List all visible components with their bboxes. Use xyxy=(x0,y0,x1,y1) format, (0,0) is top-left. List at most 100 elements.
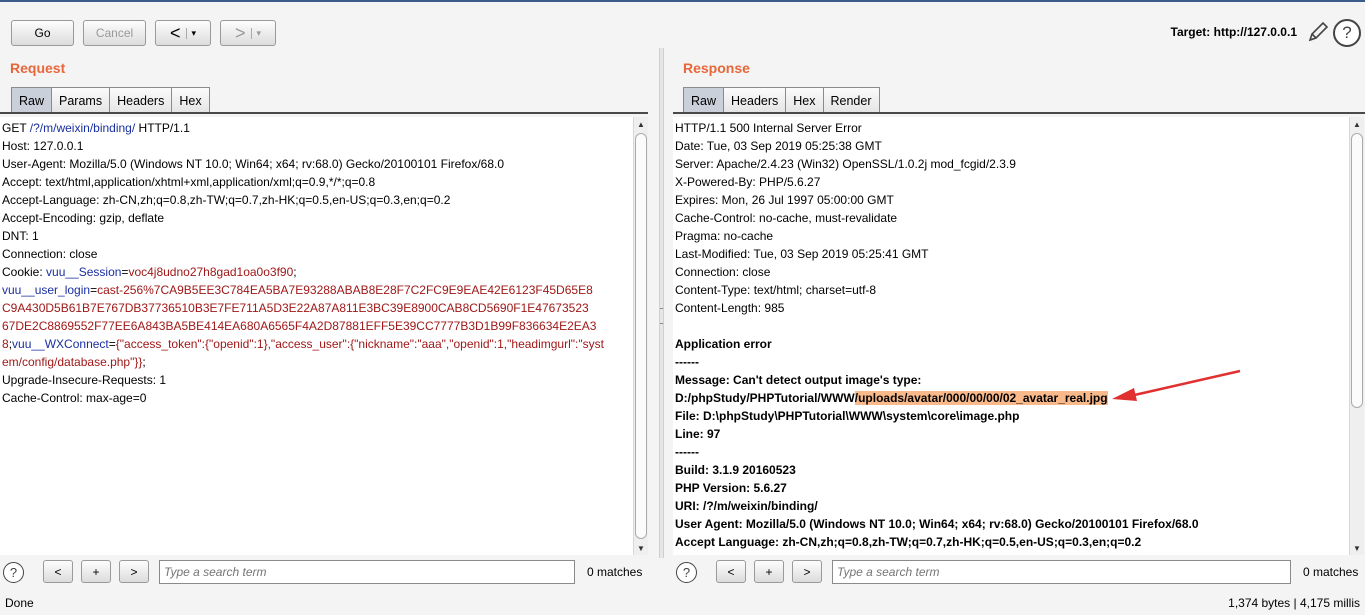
request-tab-hex[interactable]: Hex xyxy=(171,87,210,113)
request-line: Cookie: vuu__Session=voc4j8udno27h8gad1o… xyxy=(2,263,615,281)
response-line-segment: Date: Tue, 03 Sep 2019 05:25:38 GMT xyxy=(675,139,882,153)
response-line: HTTP/1.1 500 Internal Server Error xyxy=(675,119,1331,137)
annotation-red-arrow xyxy=(1112,369,1241,401)
response-line: Content-Type: text/html; charset=utf-8 xyxy=(675,281,1331,299)
response-tab-raw[interactable]: Raw xyxy=(683,87,725,113)
response-line-segment: Content-Length: 985 xyxy=(675,301,785,315)
scroll-up-arrow-icon[interactable]: ▲ xyxy=(1350,117,1364,131)
request-line: 8;vuu__WXConnect={"access_token":{"openi… xyxy=(2,335,615,353)
response-line: File: D:\phpStudy\PHPTutorial\WWW\system… xyxy=(675,407,1331,425)
request-line-segment: voc4j8udno27h8gad1oa0o3f90 xyxy=(128,265,294,279)
request-line-segment: Host: 127.0.0.1 xyxy=(2,139,84,153)
response-line-segment: HTTP/1.1 500 Internal Server Error xyxy=(675,121,862,135)
response-line: Line: 97 xyxy=(675,425,1331,443)
window-top-border xyxy=(0,0,1365,2)
response-match-count: 0 matches xyxy=(1303,565,1359,579)
request-line-segment: vuu__WXConnect xyxy=(12,337,109,351)
request-line-segment: User-Agent: Mozilla/5.0 (Windows NT 10.0… xyxy=(2,157,505,171)
forward-button[interactable]: > ▾ xyxy=(220,20,276,46)
response-line: User Agent: Mozilla/5.0 (Windows NT 10.0… xyxy=(675,515,1331,533)
request-line-segment: Accept-Encoding: gzip, deflate xyxy=(2,211,165,225)
request-scrollbar[interactable]: ▲ ▼ xyxy=(633,117,648,555)
request-line-segment: Accept-Language: zh-CN,zh;q=0.8,zh-TW;q=… xyxy=(2,193,451,207)
scroll-down-arrow-icon[interactable]: ▼ xyxy=(634,541,648,555)
response-line-segment: Build: 3.1.9 20160523 xyxy=(675,463,796,477)
response-line-segment: Cache-Control: no-cache, must-revalidate xyxy=(675,211,898,225)
request-help-icon[interactable]: ? xyxy=(3,562,24,583)
response-line-segment: D:/phpStudy/PHPTutorial/WWW xyxy=(675,391,855,405)
response-line: ------ xyxy=(675,443,1331,461)
response-search-prev-button[interactable]: < xyxy=(716,560,746,583)
request-line: em/config/database.php"}}; xyxy=(2,353,615,371)
request-line-segment: ; xyxy=(142,355,146,369)
forward-arrow-icon: > xyxy=(234,23,246,43)
response-help-icon[interactable]: ? xyxy=(676,562,697,583)
response-search-next-button[interactable]: > xyxy=(792,560,822,583)
request-line-segment: HTTP/1.1 xyxy=(135,121,190,135)
response-text: HTTP/1.1 500 Internal Server Error Date: … xyxy=(675,119,1331,555)
forward-history-dropdown-icon[interactable]: ▾ xyxy=(251,27,261,39)
request-line-segment: 8 xyxy=(2,337,9,351)
back-history-dropdown-icon[interactable]: ▾ xyxy=(186,27,196,39)
go-button[interactable]: Go xyxy=(11,20,74,46)
response-line: Server: Apache/2.4.23 (Win32) OpenSSL/1.… xyxy=(675,155,1331,173)
edit-target-pencil-icon[interactable] xyxy=(1306,19,1330,45)
request-editor[interactable]: GET /?/m/weixin/binding/ HTTP/1.1 Host: 1… xyxy=(0,117,633,555)
response-line: Last-Modified: Tue, 03 Sep 2019 05:25:41… xyxy=(675,245,1331,263)
request-line: Upgrade-Insecure-Requests: 1 xyxy=(2,371,615,389)
response-line: Build: 3.1.9 20160523 xyxy=(675,461,1331,479)
response-line: Pragma: no-cache xyxy=(675,227,1331,245)
pane-splitter[interactable] xyxy=(659,48,664,558)
request-scroll-thumb[interactable] xyxy=(635,133,647,539)
request-text: GET /?/m/weixin/binding/ HTTP/1.1 Host: 1… xyxy=(2,119,615,407)
back-button[interactable]: < ▾ xyxy=(155,20,211,46)
response-line-segment: ------ xyxy=(675,355,699,369)
response-line-segment: PHP Version: 5.6.27 xyxy=(675,481,787,495)
request-search-input[interactable] xyxy=(159,560,575,584)
response-line: X-Powered-By: PHP/5.6.27 xyxy=(675,173,1331,191)
request-line: vuu__user_login=cast-256%7CA9B5EE3C784EA… xyxy=(2,281,615,299)
response-tab-hex[interactable]: Hex xyxy=(785,87,824,113)
request-tab-headers[interactable]: Headers xyxy=(109,87,173,113)
request-line-segment: GET xyxy=(2,121,30,135)
request-line-segment: Connection: close xyxy=(2,247,98,261)
request-line-segment: = xyxy=(108,337,116,351)
response-search-input[interactable] xyxy=(832,560,1291,584)
request-search-add-button[interactable]: + xyxy=(81,560,111,583)
scroll-up-arrow-icon[interactable]: ▲ xyxy=(634,117,648,131)
response-line: Accept Language: zh-CN,zh;q=0.8,zh-TW;q=… xyxy=(675,533,1331,551)
response-editor[interactable]: HTTP/1.1 500 Internal Server Error Date: … xyxy=(673,117,1349,555)
response-line-segment: Server: Apache/2.4.23 (Win32) OpenSSL/1.… xyxy=(675,157,1016,171)
response-line: PHP Version: 5.6.27 xyxy=(675,479,1331,497)
cancel-button[interactable]: Cancel xyxy=(83,20,146,46)
scroll-down-arrow-icon[interactable]: ▼ xyxy=(1350,541,1364,555)
request-line: Accept-Language: zh-CN,zh;q=0.8,zh-TW;q=… xyxy=(2,191,615,209)
request-line-segment: Cache-Control: max-age=0 xyxy=(2,391,147,405)
request-line-segment: Upgrade-Insecure-Requests: 1 xyxy=(2,373,167,387)
response-line-segment: Last-Modified: Tue, 03 Sep 2019 05:25:41… xyxy=(675,247,929,261)
response-line-segment: User Agent: Mozilla/5.0 (Windows NT 10.0… xyxy=(675,517,1199,531)
splitter-grip[interactable] xyxy=(660,308,663,324)
response-line: Expires: Mon, 26 Jul 1997 05:00:00 GMT xyxy=(675,191,1331,209)
response-line-segment: ------ xyxy=(675,445,699,459)
request-search-next-button[interactable]: > xyxy=(119,560,149,583)
response-tab-headers[interactable]: Headers xyxy=(723,87,787,113)
request-line-segment: DNT: 1 xyxy=(2,229,39,243)
response-search-add-button[interactable]: + xyxy=(754,560,784,583)
request-tab-raw[interactable]: Raw xyxy=(11,87,53,113)
status-text: Done xyxy=(5,596,34,610)
help-icon[interactable]: ? xyxy=(1333,19,1361,47)
request-tab-params[interactable]: Params xyxy=(51,87,111,113)
response-line: Date: Tue, 03 Sep 2019 05:25:38 GMT xyxy=(675,137,1331,155)
request-line-segment: Accept: text/html,application/xhtml+xml,… xyxy=(2,175,376,189)
response-scrollbar[interactable]: ▲ ▼ xyxy=(1349,117,1364,555)
response-line: Cache-Control: no-cache, must-revalidate xyxy=(675,209,1331,227)
request-tab-divider xyxy=(0,112,648,114)
response-line: IP Address: 127.0.0.1 xyxy=(675,551,1331,555)
request-line-segment: vuu__user_login xyxy=(2,283,91,297)
response-line-segment: Pragma: no-cache xyxy=(675,229,774,243)
request-line-segment: cast-256%7CA9B5EE3C784EA5BA7E93288ABAB8E… xyxy=(97,283,593,297)
request-search-prev-button[interactable]: < xyxy=(43,560,73,583)
response-tab-render[interactable]: Render xyxy=(822,87,880,113)
response-scroll-thumb[interactable] xyxy=(1351,133,1363,408)
